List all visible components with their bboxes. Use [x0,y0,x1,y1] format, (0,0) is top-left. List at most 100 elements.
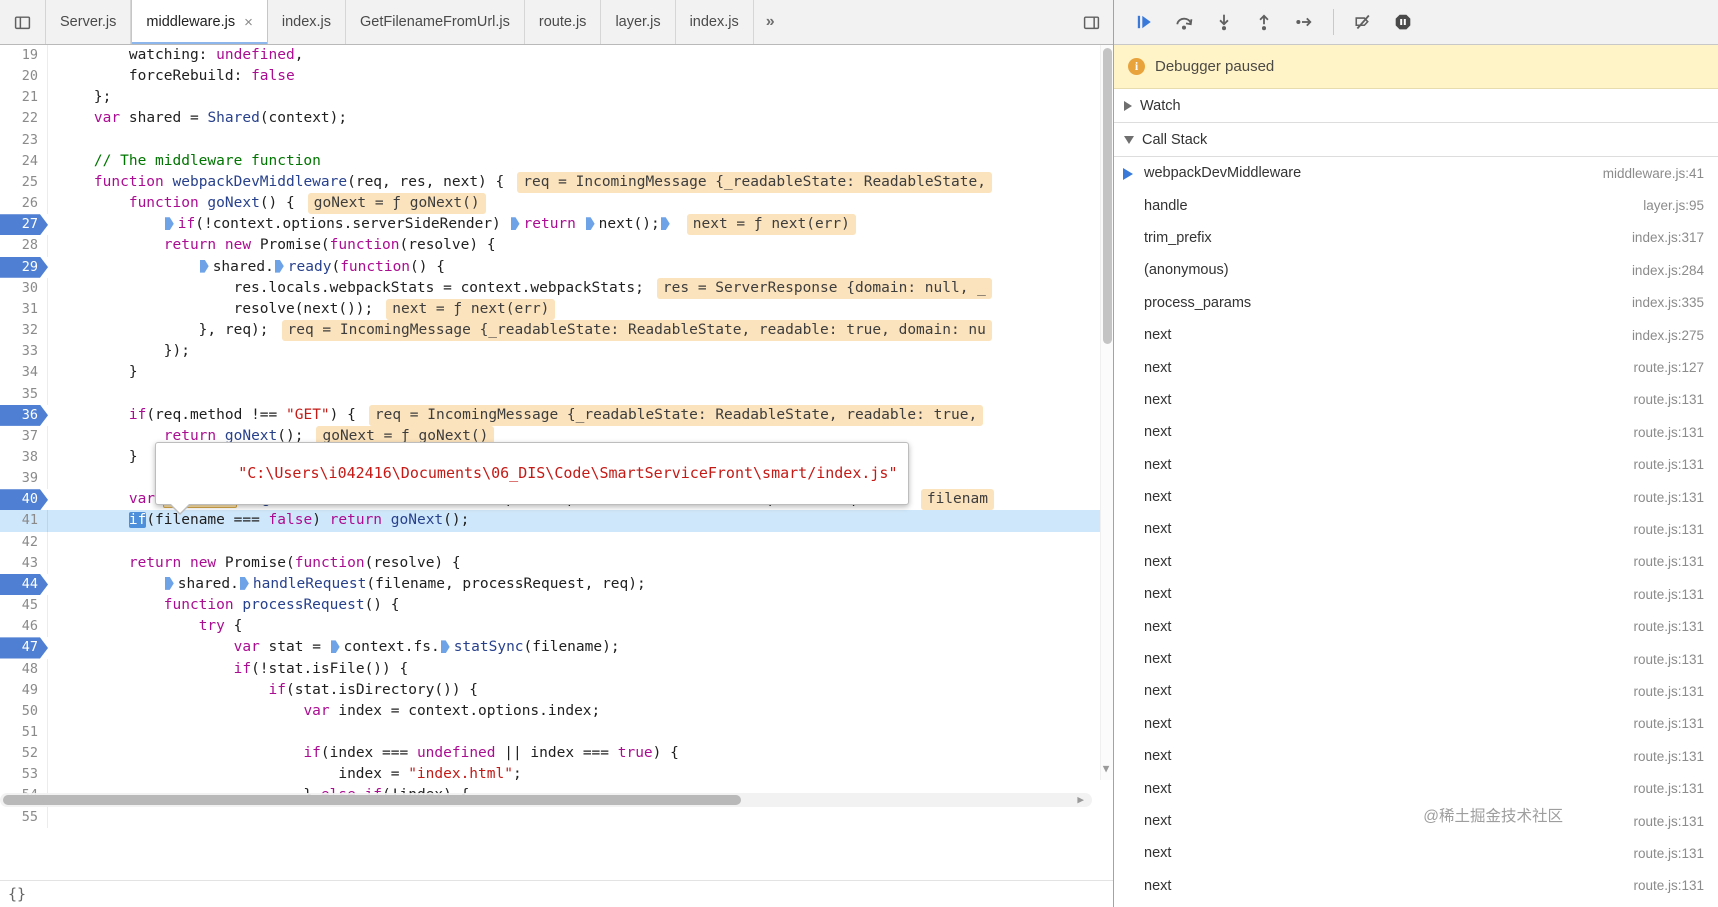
line-number[interactable]: 22 [0,108,48,130]
call-stack-frame[interactable]: next route.js:131 [1114,384,1718,416]
line-number[interactable]: 28 [0,235,48,257]
file-tab[interactable]: Server.js [46,0,132,44]
line-number[interactable]: 30 [0,277,48,299]
deactivate-breakpoints-button[interactable] [1343,0,1383,44]
line-number[interactable]: 38 [0,446,48,469]
line-number[interactable]: 50 [0,700,48,722]
step-position-marker-icon[interactable] [164,217,174,231]
call-stack-frame[interactable]: process_params index.js:335 [1114,287,1718,319]
line-number[interactable]: 24 [0,150,48,172]
breakpoint-line-number[interactable]: 40 [0,489,48,510]
resume-button[interactable] [1124,0,1164,44]
code-text: }; [59,89,112,106]
show-drawer-button[interactable] [1069,0,1113,44]
line-number[interactable]: 20 [0,66,48,88]
call-stack-frame[interactable]: handle layer.js:95 [1114,189,1718,221]
call-stack-frame[interactable]: webpackDevMiddleware middleware.js:41 [1114,157,1718,189]
step-position-marker-icon[interactable] [164,576,174,590]
step-position-marker-icon[interactable] [510,217,520,231]
line-number[interactable]: 19 [0,45,48,67]
call-stack-frame[interactable]: next route.js:131 [1114,643,1718,675]
file-tab[interactable]: GetFilenameFromUrl.js [346,0,525,44]
call-stack-frame[interactable]: next route.js:131 [1114,449,1718,481]
line-number[interactable]: 32 [0,320,48,342]
line-number[interactable]: 41 [0,510,48,532]
step-position-marker-icon[interactable] [199,259,209,273]
breakpoint-line-number[interactable]: 36 [0,405,48,426]
line-number[interactable]: 35 [0,383,48,405]
step-over-button[interactable] [1164,0,1204,44]
line-number[interactable]: 25 [0,171,48,194]
breakpoint-line-number[interactable]: 44 [0,574,48,595]
line-number[interactable]: 33 [0,341,48,363]
show-navigator-button[interactable] [0,0,46,44]
line-number[interactable]: 31 [0,298,48,321]
line-number[interactable]: 46 [0,616,48,638]
pause-on-exceptions-button[interactable] [1383,0,1423,44]
line-number[interactable]: 21 [0,87,48,109]
code-editor[interactable]: 19 watching: undefined, 20 forceRebuild: … [0,45,1113,880]
call-stack-frame[interactable]: next route.js:131 [1114,546,1718,578]
watch-section-header[interactable]: Watch [1114,89,1718,123]
line-number[interactable]: 45 [0,595,48,617]
line-number[interactable]: 55 [0,806,48,828]
line-number[interactable]: 53 [0,764,48,786]
step-position-marker-icon[interactable] [585,217,595,231]
step-position-marker-icon[interactable] [660,217,670,231]
line-number[interactable]: 51 [0,722,48,744]
call-stack-frame[interactable]: next route.js:131 [1114,416,1718,448]
step-into-button[interactable] [1204,0,1244,44]
line-number[interactable]: 37 [0,425,48,447]
vertical-scrollbar[interactable] [1100,45,1113,780]
breakpoint-line-number[interactable]: 27 [0,214,48,235]
file-tab[interactable]: index.js [676,0,754,44]
line-number[interactable]: 34 [0,362,48,384]
step-position-marker-icon[interactable] [440,640,450,654]
line-number[interactable]: 49 [0,679,48,701]
step-position-marker-icon[interactable] [239,576,249,590]
step-position-marker-icon[interactable] [330,640,340,654]
call-stack-frame[interactable]: next route.js:131 [1114,481,1718,513]
call-stack-section-header[interactable]: Call Stack [1114,123,1718,157]
line-number[interactable]: 48 [0,658,48,680]
code-text: // The middleware function [93,152,321,169]
call-stack-frame[interactable]: next route.js:131 [1114,870,1718,902]
horizontal-scrollbar[interactable]: ▶ [0,793,1092,807]
horizontal-scrollbar-thumb[interactable] [3,795,741,805]
line-number[interactable]: 52 [0,743,48,765]
call-stack-frame[interactable]: next route.js:127 [1114,351,1718,383]
line-number[interactable]: 42 [0,531,48,553]
call-stack-frame[interactable]: trim_prefix index.js:317 [1114,222,1718,254]
scroll-right-arrow-icon[interactable]: ▶ [1077,793,1084,807]
call-stack-frame[interactable]: next route.js:131 [1114,837,1718,869]
file-tab[interactable]: layer.js [601,0,676,44]
call-stack-frame[interactable]: (anonymous) index.js:284 [1114,254,1718,286]
call-stack-frame[interactable]: next route.js:131 [1114,513,1718,545]
call-stack-frame[interactable]: next index.js:275 [1114,319,1718,351]
call-stack-frame[interactable]: next route.js:131 [1114,578,1718,610]
line-number[interactable]: 39 [0,468,48,490]
breakpoint-line-number[interactable]: 29 [0,257,48,278]
call-stack-frame[interactable]: next route.js:131 [1114,675,1718,707]
vertical-scrollbar-thumb[interactable] [1103,48,1112,344]
pretty-print-button[interactable]: {} [8,885,26,903]
line-number[interactable]: 23 [0,129,48,151]
call-stack-frame[interactable]: next route.js:131 [1114,708,1718,740]
step-out-button[interactable] [1244,0,1284,44]
call-stack-frame[interactable]: next route.js:131 [1114,740,1718,772]
tab-close-icon[interactable]: × [244,15,253,30]
call-stack-frame[interactable]: next route.js:131 [1114,805,1718,837]
step-position-marker-icon[interactable] [274,259,284,273]
call-stack-frame[interactable]: next route.js:131 [1114,610,1718,642]
file-tab[interactable]: index.js [268,0,347,44]
call-stack-frame[interactable]: next route.js:131 [1114,772,1718,804]
line-number[interactable]: 26 [0,193,48,215]
file-tab[interactable]: middleware.js × [131,0,268,44]
line-number[interactable]: 43 [0,552,48,574]
step-button[interactable] [1284,0,1324,44]
breakpoint-line-number[interactable]: 47 [0,637,48,658]
tab-overflow-button[interactable]: » [754,0,787,44]
scroll-down-arrow-icon[interactable]: ▼ [1100,763,1112,775]
file-tab-label: middleware.js [146,14,236,30]
file-tab[interactable]: route.js [525,0,602,44]
